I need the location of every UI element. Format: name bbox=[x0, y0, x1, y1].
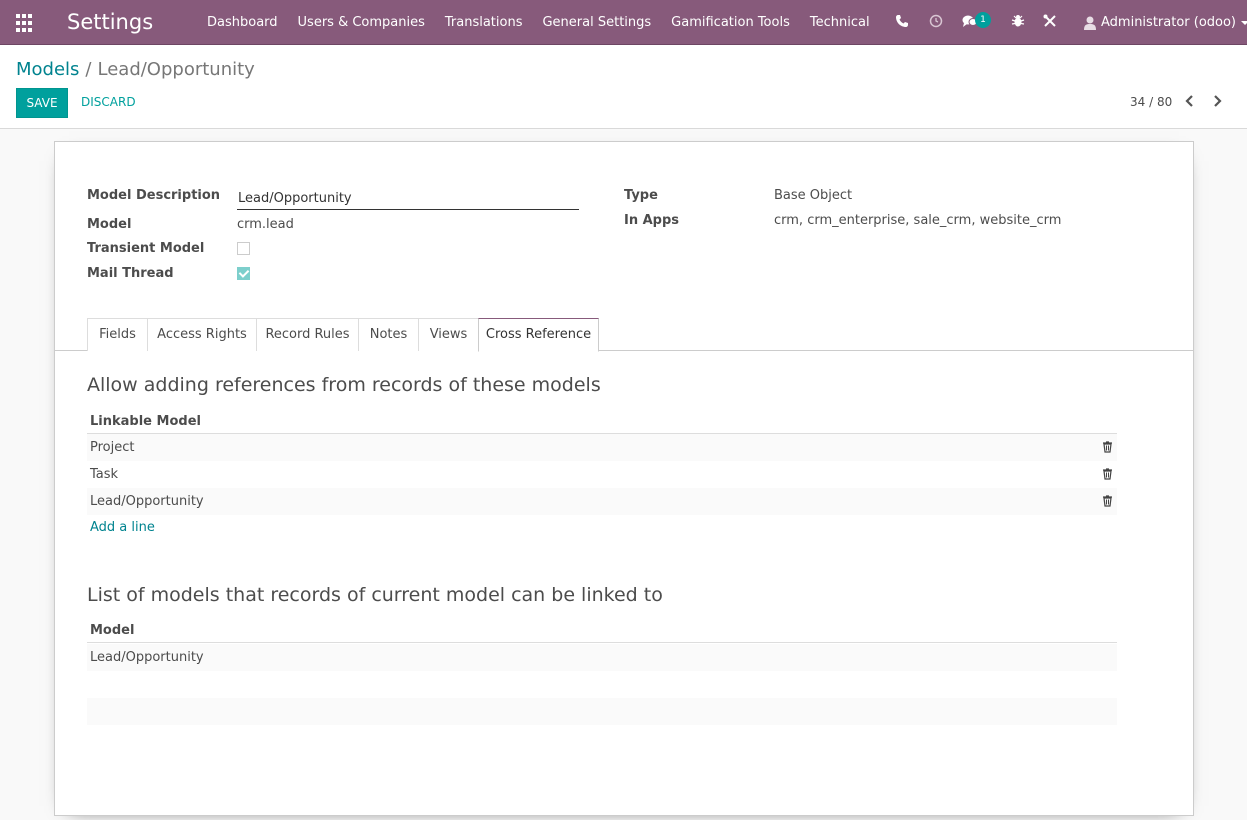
menu-dashboard[interactable]: Dashboard bbox=[207, 15, 278, 30]
control-panel: Models / Lead/Opportunity SAVE DISCARD 34 … bbox=[0, 45, 1247, 129]
linkable-models-header: Linkable Model bbox=[87, 409, 1117, 434]
main-menu: Dashboard Users & Companies Translations… bbox=[207, 15, 890, 30]
in-apps-label: In Apps bbox=[624, 213, 680, 228]
app-title[interactable]: Settings bbox=[67, 10, 153, 34]
user-icon bbox=[1084, 16, 1096, 30]
trash-icon[interactable] bbox=[1102, 495, 1113, 507]
linked-models-title: List of models that records of current m… bbox=[87, 584, 663, 606]
menu-users-companies[interactable]: Users & Companies bbox=[298, 15, 425, 30]
table-row[interactable]: Task bbox=[87, 461, 1117, 488]
row-model-name: Task bbox=[90, 467, 119, 482]
table-row[interactable]: Lead/Opportunity bbox=[87, 644, 1117, 671]
user-menu[interactable]: Administrator (odoo) bbox=[1084, 15, 1247, 30]
trash-icon[interactable] bbox=[1102, 441, 1113, 453]
menu-technical[interactable]: Technical bbox=[810, 15, 870, 30]
tools-icon[interactable] bbox=[1043, 14, 1057, 28]
linked-models-header: Model bbox=[87, 618, 1117, 643]
add-line-link[interactable]: Add a line bbox=[90, 520, 155, 535]
mail-thread-label: Mail Thread bbox=[87, 266, 174, 281]
in-apps-value: crm, crm_enterprise, sale_crm, website_c… bbox=[774, 213, 1062, 228]
tab-cross-reference[interactable]: Cross Reference bbox=[478, 318, 599, 352]
menu-gamification-tools[interactable]: Gamification Tools bbox=[671, 15, 790, 30]
tab-access-rights[interactable]: Access Rights bbox=[147, 318, 257, 351]
pager-value[interactable]: 34 / 80 bbox=[1130, 95, 1172, 109]
mail-thread-checkbox[interactable] bbox=[237, 267, 250, 280]
tab-views[interactable]: Views bbox=[418, 318, 479, 351]
type-value: Base Object bbox=[774, 188, 853, 203]
trash-icon[interactable] bbox=[1102, 468, 1113, 480]
row-model-name: Lead/Opportunity bbox=[90, 650, 204, 665]
linkable-models-title: Allow adding references from records of … bbox=[87, 374, 601, 396]
chat-badge: 1 bbox=[975, 12, 991, 28]
menu-general-settings[interactable]: General Settings bbox=[542, 15, 651, 30]
phone-icon[interactable] bbox=[895, 14, 909, 28]
model-description-input[interactable] bbox=[237, 187, 579, 210]
model-label: Model bbox=[87, 217, 132, 232]
type-label: Type bbox=[624, 188, 658, 203]
table-row[interactable]: Project bbox=[87, 434, 1117, 461]
transient-model-label: Transient Model bbox=[87, 241, 205, 256]
model-description-label: Model Description bbox=[87, 188, 221, 203]
user-name: Administrator (odoo) bbox=[1101, 15, 1237, 30]
table-row[interactable]: Lead/Opportunity bbox=[87, 488, 1117, 515]
empty-row bbox=[87, 698, 1117, 725]
clock-icon[interactable] bbox=[929, 14, 943, 28]
breadcrumb-current: Lead/Opportunity bbox=[97, 59, 255, 80]
row-model-name: Project bbox=[90, 440, 135, 455]
tab-record-rules[interactable]: Record Rules bbox=[256, 318, 359, 351]
apps-menu-icon[interactable] bbox=[16, 14, 34, 32]
bug-icon[interactable] bbox=[1011, 14, 1025, 28]
tab-notes[interactable]: Notes bbox=[358, 318, 419, 351]
menu-translations[interactable]: Translations bbox=[445, 15, 523, 30]
discard-button[interactable]: DISCARD bbox=[81, 95, 136, 109]
form-sheet: Model Description Model crm.lead Transie… bbox=[54, 141, 1194, 816]
notebook-tabs: Fields Access Rights Record Rules Notes … bbox=[55, 318, 1193, 352]
pager-next-icon[interactable] bbox=[1210, 93, 1224, 109]
save-button[interactable]: SAVE bbox=[16, 88, 68, 118]
top-navbar: Settings Dashboard Users & Companies Tra… bbox=[0, 0, 1247, 45]
transient-model-checkbox[interactable] bbox=[237, 242, 250, 255]
tab-fields[interactable]: Fields bbox=[87, 318, 148, 351]
model-column: Model bbox=[90, 623, 135, 638]
caret-down-icon bbox=[1241, 20, 1247, 25]
breadcrumb-separator: / bbox=[85, 59, 92, 80]
linkable-model-column: Linkable Model bbox=[90, 414, 201, 429]
breadcrumb-models[interactable]: Models bbox=[16, 59, 79, 80]
breadcrumb: Models / Lead/Opportunity bbox=[16, 59, 255, 80]
model-value: crm.lead bbox=[237, 217, 294, 232]
row-model-name: Lead/Opportunity bbox=[90, 494, 204, 509]
pager-previous-icon[interactable] bbox=[1183, 93, 1197, 109]
